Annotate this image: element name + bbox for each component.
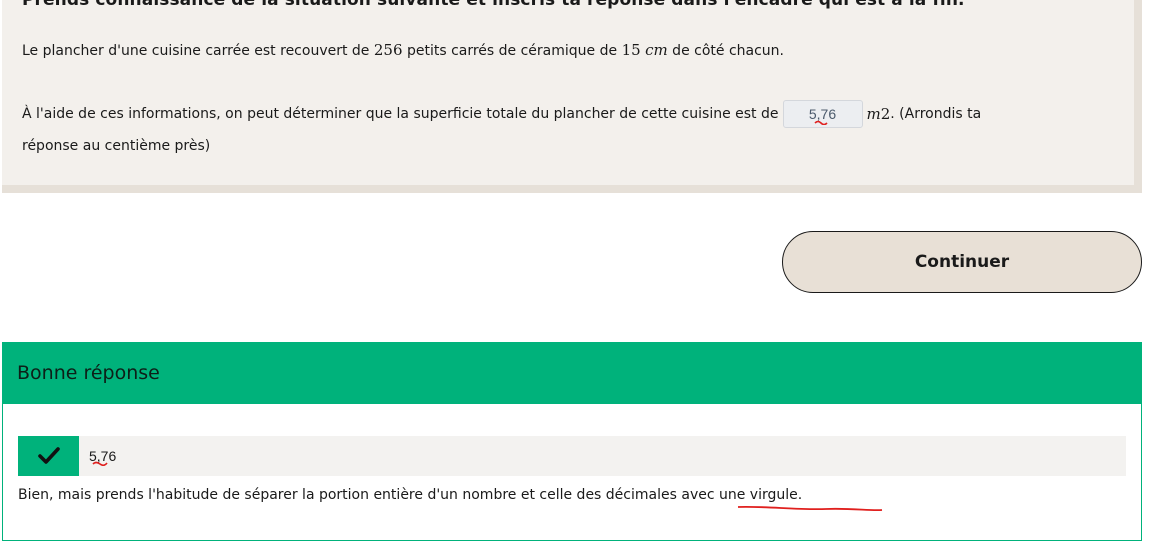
submitted-answer-text: 5,76	[89, 448, 117, 464]
question-instruction: réponse au centième près)	[22, 138, 211, 154]
tile-side: 15	[621, 41, 641, 59]
feedback-panel: Bonne réponse 5,76 Bien, mais prends l'h…	[2, 342, 1142, 541]
question-statement: Le plancher d'une cuisine carrée est rec…	[22, 41, 784, 59]
question-card: Prends connaissance de la situation suiv…	[2, 0, 1142, 193]
spellcheck-underline	[737, 505, 883, 512]
question-title: Prends connaissance de la situation suiv…	[22, 0, 965, 10]
statement-middle: petits carrés de céramique de	[402, 43, 622, 59]
check-icon	[37, 447, 60, 464]
tile-count: 256	[373, 41, 403, 59]
statement-suffix: de côté chacun.	[667, 43, 784, 59]
feedback-message-text: Bien, mais prends l'habitude de séparer …	[18, 487, 682, 503]
statement-prefix: Le plancher d'une cuisine carrée est rec…	[22, 43, 374, 59]
answer-input[interactable]: 5,76	[782, 100, 863, 128]
continue-button[interactable]: Continuer	[782, 231, 1142, 293]
question-prompt: À l'aide de ces informations, on peut dé…	[22, 100, 981, 128]
prompt-prefix: À l'aide de ces informations, on peut dé…	[22, 106, 779, 122]
area-unit: m	[866, 105, 881, 123]
area-exponent: 2	[880, 105, 891, 123]
submitted-answer-row: 5,76	[18, 436, 1126, 476]
feedback-message-emphasis: avec une virgule	[681, 487, 798, 503]
feedback-header: Bonne réponse	[3, 343, 1141, 404]
answer-input-value: 5,76	[808, 106, 837, 122]
tile-unit: cm	[645, 41, 668, 59]
correct-indicator	[18, 436, 79, 476]
feedback-message: Bien, mais prends l'habitude de séparer …	[18, 487, 802, 503]
submitted-answer: 5,76	[89, 436, 116, 476]
prompt-suffix: . (Arrondis ta	[890, 106, 982, 122]
feedback-message-end: .	[797, 487, 803, 503]
